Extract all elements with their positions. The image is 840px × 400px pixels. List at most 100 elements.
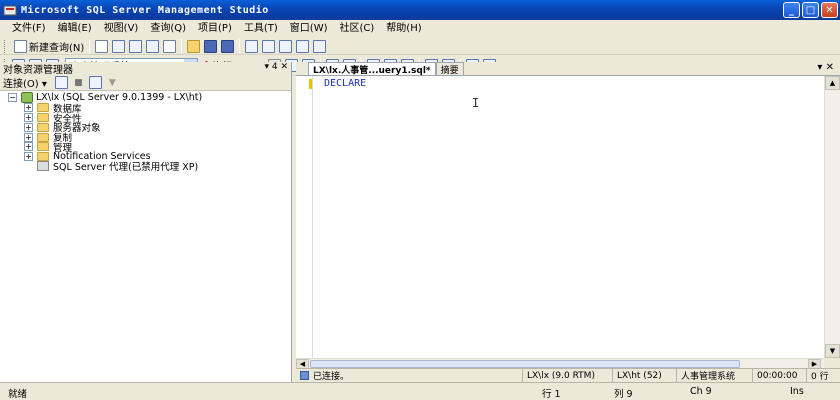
server-version: LX\lx (9.0 RTM) xyxy=(522,368,612,383)
save-all-icon[interactable] xyxy=(221,39,235,53)
menu-project[interactable]: 项目(P) xyxy=(192,20,238,38)
login-user: LX\ht (52) xyxy=(612,368,676,383)
expand-icon[interactable]: + xyxy=(24,103,33,113)
tree-node-server-objects[interactable]: + 服务器对象 xyxy=(0,122,291,134)
mdx-query-icon[interactable] xyxy=(129,39,143,53)
tree-node-databases[interactable]: + 数据库 xyxy=(0,103,291,115)
connected-icon xyxy=(300,371,309,380)
menu-view[interactable]: 视图(V) xyxy=(98,20,145,38)
expand-icon[interactable]: + xyxy=(24,132,33,142)
menu-bar: 文件(F) 编辑(E) 视图(V) 查询(Q) 项目(P) 工具(T) 窗口(W… xyxy=(0,20,840,38)
maximize-button[interactable]: □ xyxy=(802,2,819,18)
database-engine-query-icon[interactable] xyxy=(95,39,109,53)
menu-tools[interactable]: 工具(T) xyxy=(238,20,284,38)
tree-node-sql-agent[interactable]: SQL Server 代理(已禁用代理 XP) xyxy=(0,161,291,174)
tab-summary[interactable]: 摘要 xyxy=(435,62,464,76)
scroll-up-icon[interactable]: ▲ xyxy=(825,76,840,90)
menu-edit[interactable]: 编辑(E) xyxy=(52,20,98,38)
tab-query1[interactable]: LX\lx.人事管...uery1.sql* xyxy=(308,62,436,76)
scroll-thumb[interactable] xyxy=(310,360,740,368)
ibeam-cursor-icon: I xyxy=(472,96,480,110)
connect-dropdown[interactable]: 连接(O) ▾ xyxy=(3,75,47,90)
new-query-button[interactable]: 新建查询(N) xyxy=(10,38,86,54)
vertical-scrollbar[interactable]: ▲ ▼ xyxy=(824,76,840,358)
ssms-app-icon xyxy=(3,3,17,17)
object-explorer-title: 对象资源管理器 xyxy=(3,65,73,76)
new-query-icon xyxy=(14,39,27,53)
title-bar: Microsoft SQL Server Management Studio _… xyxy=(0,0,840,20)
status-line: 行 1 xyxy=(542,389,561,400)
toolbox-icon[interactable] xyxy=(313,39,327,53)
horizontal-scrollbar[interactable]: ◀ ▶ xyxy=(296,358,824,369)
folder-icon xyxy=(37,142,49,152)
analysis-query-icon[interactable] xyxy=(112,39,126,53)
template-explorer-icon[interactable] xyxy=(279,39,293,53)
query-status-bar: 已连接。 LX\lx (9.0 RTM) LX\ht (52) 人事管理系统 0… xyxy=(296,368,840,383)
open-file-icon[interactable] xyxy=(187,39,201,53)
scroll-down-icon[interactable]: ▼ xyxy=(825,344,840,358)
connection-status: 已连接。 xyxy=(296,369,522,383)
status-ready: 就绪 xyxy=(8,389,28,400)
panel-controls[interactable]: ▾ 4 ✕ xyxy=(264,62,288,72)
object-explorer-icon[interactable] xyxy=(262,39,276,53)
menu-community[interactable]: 社区(C) xyxy=(334,20,381,38)
refresh-icon[interactable] xyxy=(88,76,102,89)
save-icon[interactable] xyxy=(204,39,218,53)
query-editor[interactable]: DECLARE I xyxy=(296,76,824,358)
new-query-label: 新建查询(N) xyxy=(29,42,85,54)
change-marker xyxy=(309,79,312,89)
filter-icon[interactable]: ▼ xyxy=(106,76,119,89)
stop-icon[interactable]: ■ xyxy=(72,76,85,89)
menu-window[interactable]: 窗口(W) xyxy=(284,20,334,38)
folder-icon xyxy=(37,132,49,142)
menu-query[interactable]: 查询(Q) xyxy=(144,20,192,38)
toolbar-grip[interactable] xyxy=(4,39,7,53)
toolbar-separator xyxy=(239,39,241,53)
tab-controls[interactable]: ▾ ✕ xyxy=(817,62,834,73)
standard-toolbar: 新建查询(N) xyxy=(0,38,840,55)
toolbar-separator xyxy=(89,39,91,53)
current-database: 人事管理系统 xyxy=(676,368,752,383)
close-button[interactable]: ✕ xyxy=(821,2,838,18)
folder-icon xyxy=(37,103,49,113)
server-icon xyxy=(21,92,33,104)
folder-icon xyxy=(37,122,49,132)
scroll-corner xyxy=(824,358,840,368)
menu-help[interactable]: 帮助(H) xyxy=(380,20,427,38)
status-bar: 就绪 行 1 列 9 Ch 9 Ins xyxy=(0,382,840,400)
window-title: Microsoft SQL Server Management Studio xyxy=(21,4,269,16)
properties-icon[interactable] xyxy=(296,39,310,53)
elapsed-time: 00:00:00 xyxy=(752,368,806,383)
folder-icon xyxy=(37,152,49,162)
connection-status-text: 已连接。 xyxy=(313,372,350,382)
agent-icon xyxy=(37,161,49,172)
object-explorer-panel: 对象资源管理器 ▾ 4 ✕ 连接(O) ▾ ■ ▼ − LX\lx (SQL S… xyxy=(0,62,292,382)
expand-icon[interactable]: + xyxy=(24,142,33,152)
expand-icon[interactable]: + xyxy=(24,152,33,162)
status-char: Ch 9 xyxy=(690,386,712,397)
menu-file[interactable]: 文件(F) xyxy=(6,20,52,38)
object-explorer-header: 对象资源管理器 ▾ 4 ✕ xyxy=(0,62,291,76)
object-tree: − LX\lx (SQL Server 9.0.1399 - LX\ht) + … xyxy=(0,91,291,174)
dmx-query-icon[interactable] xyxy=(146,39,160,53)
code-line-1: DECLARE xyxy=(324,78,367,89)
tree-node-label: SQL Server 代理(已禁用代理 XP) xyxy=(53,162,199,174)
tree-node-replication[interactable]: + 复制 xyxy=(0,132,291,144)
row-count: 0 行 xyxy=(806,368,840,383)
collapse-icon[interactable]: − xyxy=(8,93,17,103)
expand-icon[interactable]: + xyxy=(24,112,33,122)
tree-node-security[interactable]: + 安全性 xyxy=(0,112,291,125)
status-insert-mode: Ins xyxy=(790,386,804,397)
disconnect-icon[interactable] xyxy=(54,76,68,89)
expand-icon[interactable]: + xyxy=(24,122,33,132)
tree-node-server[interactable]: − LX\lx (SQL Server 9.0.1399 - LX\ht) xyxy=(0,92,291,104)
registered-servers-icon[interactable] xyxy=(245,39,259,53)
editor-gutter xyxy=(296,76,313,358)
document-tab-strip: LX\lx.人事管...uery1.sql* 摘要 ▾ ✕ xyxy=(296,62,840,76)
folder-icon xyxy=(37,112,49,122)
object-explorer-toolbar: 连接(O) ▾ ■ ▼ xyxy=(0,75,291,91)
status-column: 列 9 xyxy=(614,389,633,400)
xmla-query-icon[interactable] xyxy=(163,39,177,53)
toolbar-separator xyxy=(181,39,183,53)
minimize-button[interactable]: _ xyxy=(783,2,800,18)
